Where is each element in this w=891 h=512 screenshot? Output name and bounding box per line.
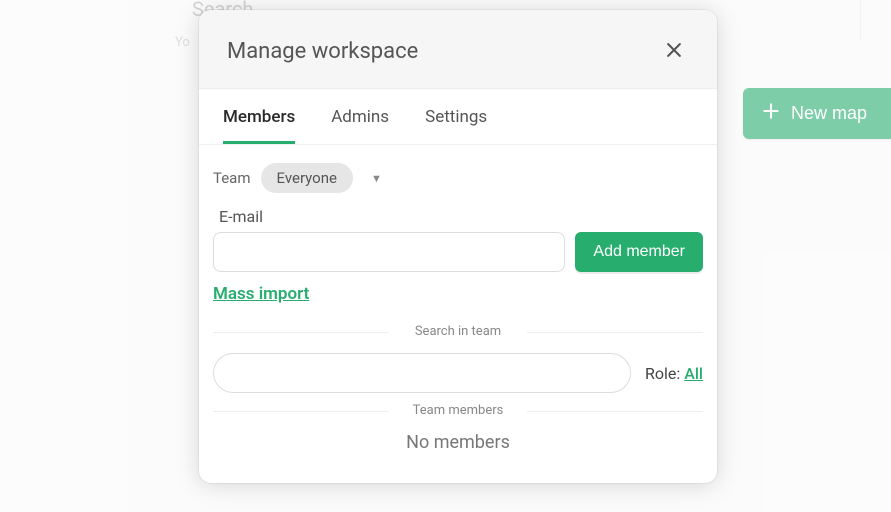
manage-workspace-modal: Manage workspace Members Admins Settings… — [199, 10, 717, 483]
email-label: E-mail — [219, 207, 703, 226]
tab-settings[interactable]: Settings — [425, 89, 487, 144]
close-icon — [664, 40, 684, 63]
close-button[interactable] — [659, 36, 689, 66]
team-selected-value: Everyone — [277, 169, 337, 187]
modal-title: Manage workspace — [227, 39, 418, 64]
add-member-button[interactable]: Add member — [575, 232, 703, 272]
modal-header: Manage workspace — [199, 10, 717, 89]
team-members-divider: Team members — [213, 403, 703, 418]
search-in-team-divider: Search in team — [213, 324, 703, 339]
mass-import-link[interactable]: Mass import — [213, 284, 309, 304]
search-in-team-input[interactable] — [213, 353, 631, 393]
tabs: Members Admins Settings — [199, 89, 717, 145]
team-select[interactable]: Everyone — [261, 163, 353, 193]
chevron-down-icon[interactable]: ▼ — [371, 172, 382, 185]
team-row: Team Everyone ▼ — [213, 163, 703, 193]
role-label-text: Role: — [645, 364, 684, 383]
search-row: Role: All — [213, 353, 703, 393]
role-filter-link[interactable]: All — [684, 364, 703, 383]
modal-body: Team Everyone ▼ E-mail Add member Mass i… — [199, 145, 717, 483]
email-input[interactable] — [213, 232, 565, 272]
role-filter: Role: All — [645, 364, 703, 383]
no-members-message: No members — [213, 432, 703, 453]
tab-members[interactable]: Members — [223, 89, 295, 144]
email-row: Add member — [213, 232, 703, 272]
team-label: Team — [213, 169, 251, 187]
tab-admins[interactable]: Admins — [331, 89, 389, 144]
